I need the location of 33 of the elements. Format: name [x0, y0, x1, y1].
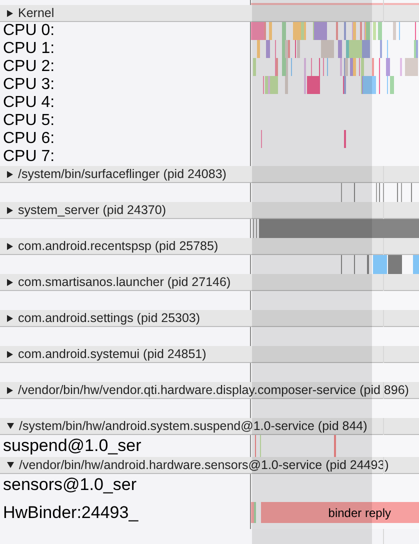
- process-header[interactable]: /system/bin/hw/android.system.suspend@1.0-service (pid 844): [0, 418, 419, 435]
- triangle-right-icon: [7, 314, 13, 322]
- process-header[interactable]: com.android.settings (pid 25303): [0, 310, 419, 327]
- slice-track-drawing: [251, 502, 256, 523]
- process-header[interactable]: /vendor/bin/hw/vendor.qti.hardware.display.composer-service (pid 896): [0, 382, 419, 399]
- track-label: CPU 5:: [3, 112, 55, 130]
- process-header[interactable]: /system/bin/surfaceflinger (pid 24083): [0, 166, 419, 183]
- process-header[interactable]: com.smartisanos.launcher (pid 27146): [0, 274, 419, 291]
- process-header[interactable]: com.android.systemui (pid 24851): [0, 346, 419, 363]
- triangle-right-icon: [7, 10, 13, 16]
- track-label: HwBinder:24493_: [3, 502, 138, 524]
- triangle-right-icon: [7, 170, 13, 178]
- triangle-down-icon: [7, 423, 14, 429]
- process-header[interactable]: system_server (pid 24370): [0, 202, 419, 219]
- track-label: sensors@1.0_ser: [3, 474, 136, 496]
- triangle-down-icon: [7, 462, 14, 468]
- track-label: CPU 0:: [3, 22, 55, 40]
- track-label: suspend@1.0_ser: [3, 435, 142, 457]
- track-label: CPU 1:: [3, 40, 55, 58]
- process-header[interactable]: com.android.recentspsp (pid 25785): [0, 238, 419, 255]
- process-header[interactable]: Kernel: [0, 5, 419, 22]
- triangle-right-icon: [7, 278, 13, 286]
- process-header[interactable]: /vendor/bin/hw/android.hardware.sensors@1.0-service (pid 24493): [0, 457, 419, 474]
- track-label: CPU 7:: [3, 148, 55, 166]
- track-label: CPU 3:: [3, 76, 55, 94]
- triangle-right-icon: [7, 242, 13, 250]
- track-label: CPU 6:: [3, 130, 55, 148]
- binder-slice[interactable]: binder reply: [261, 502, 419, 523]
- track-label: CPU 2:: [3, 58, 55, 76]
- triangle-right-icon: [7, 350, 13, 358]
- triangle-right-icon: [7, 386, 13, 394]
- triangle-right-icon: [7, 206, 13, 214]
- track-label: CPU 4:: [3, 94, 55, 112]
